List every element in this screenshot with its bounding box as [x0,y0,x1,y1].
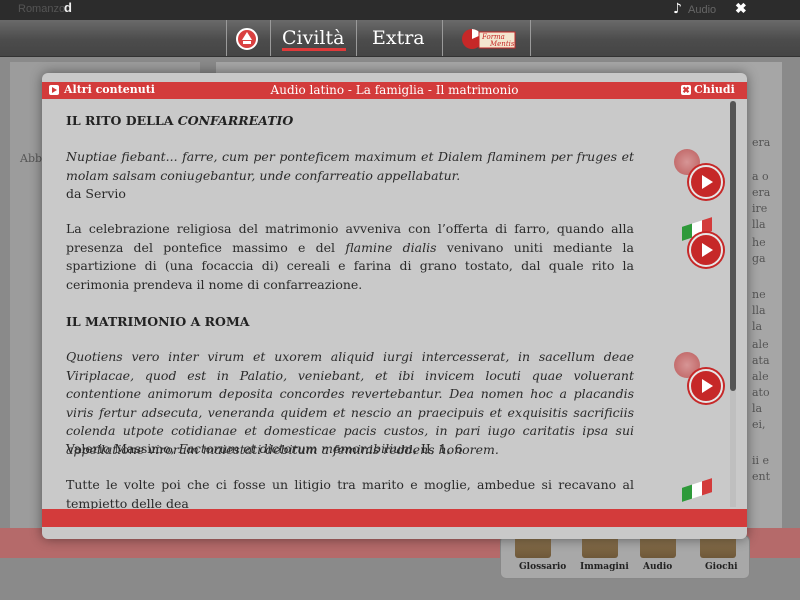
bg-text-fragment: era [752,186,771,199]
civilta-icon[interactable] [234,26,260,50]
giochi-icon[interactable] [700,536,736,558]
nav-divider [442,20,443,56]
giochi-label[interactable]: Giochi [705,562,738,572]
bg-text-fragment: la [752,402,763,415]
source-servio: da Servio [66,186,126,201]
nav-divider [530,20,531,56]
close-button[interactable]: Chiudi [694,83,735,96]
italian-text-valerio: Tutte le volte poi che ci fosse un litig… [66,477,634,509]
close-icon[interactable]: ✖ [681,85,691,95]
bg-left-text: Abb [20,152,43,165]
source-valerio: Valerio Massimo, Factorum et dictorum me… [66,441,463,456]
italian-flag-icon [682,477,712,502]
bg-text-fragment: ale [752,338,769,351]
bg-text-fragment: era [752,136,771,149]
tab-extra[interactable]: Extra [372,27,425,49]
play-italian-audio-button-1[interactable] [689,233,723,267]
app-logo: d [64,0,72,15]
glossario-label[interactable]: Glossario [519,562,566,572]
bg-text-fragment: ne [752,288,766,301]
audio-modal: Altri contenuti Audio latino - La famigl… [42,73,747,539]
bg-text-fragment: ent [752,470,771,483]
forma-mentis-icon[interactable]: Forma Mentis [460,26,518,52]
tab-civilta[interactable]: Civiltà [282,27,344,49]
bg-text-fragment: ale [752,370,769,383]
bg-text-fragment: la [752,320,763,333]
modal-content: IL RITO DELLA CONFARREATIO Nuptiae fieba… [42,99,732,509]
bg-text-fragment: a o [752,170,769,183]
section-heading-confarreatio: IL RITO DELLA CONFARREATIO [66,113,294,128]
bg-text-fragment: lla [752,304,766,317]
glossario-icon[interactable] [515,536,551,558]
nav-divider [226,20,227,56]
bg-text-fragment: ga [752,252,766,265]
play-latin-audio-button-2[interactable] [689,369,723,403]
audio-label: Audio [688,4,717,16]
modal-header: Altri contenuti Audio latino - La famigl… [42,82,747,99]
bg-text-fragment: he [752,236,766,249]
play-latin-audio-button-1[interactable] [689,165,723,199]
bg-text-fragment: ire [752,202,768,215]
bg-text-fragment: lla [752,218,766,231]
bg-text-fragment: ata [752,354,770,367]
modal-footer [42,509,747,527]
modal-title: Audio latino - La famiglia - Il matrimon… [270,83,519,97]
audio-icon[interactable] [640,536,676,558]
music-note-icon[interactable]: ♪ [673,1,682,17]
immagini-label[interactable]: Immagini [580,562,629,572]
bg-text-fragment: ei, [752,418,766,431]
italian-text-confarreatio: La celebrazione religiosa del matrimonio… [66,221,634,292]
top-strip: Romanzo d ♪ Audio ✖ [0,0,800,20]
nav-divider [356,20,357,56]
breadcrumb: Romanzo [18,3,66,15]
bg-text-fragment: ato [752,386,770,399]
audio-tool-label[interactable]: Audio [643,562,672,572]
latin-text-servio: Nuptiae fiebant... farre, cum per pontef… [66,149,634,183]
close-app-icon[interactable]: ✖ [735,1,747,17]
tab-civilta-active-indicator [282,48,346,51]
scrollbar-thumb[interactable] [730,101,736,391]
bg-text-fragment: ii e [752,454,770,467]
svg-text:Mentis: Mentis [489,40,515,48]
section-heading-matrimonio: IL MATRIMONIO A ROMA [66,314,250,329]
immagini-icon[interactable] [582,536,618,558]
nav-divider [270,20,271,56]
